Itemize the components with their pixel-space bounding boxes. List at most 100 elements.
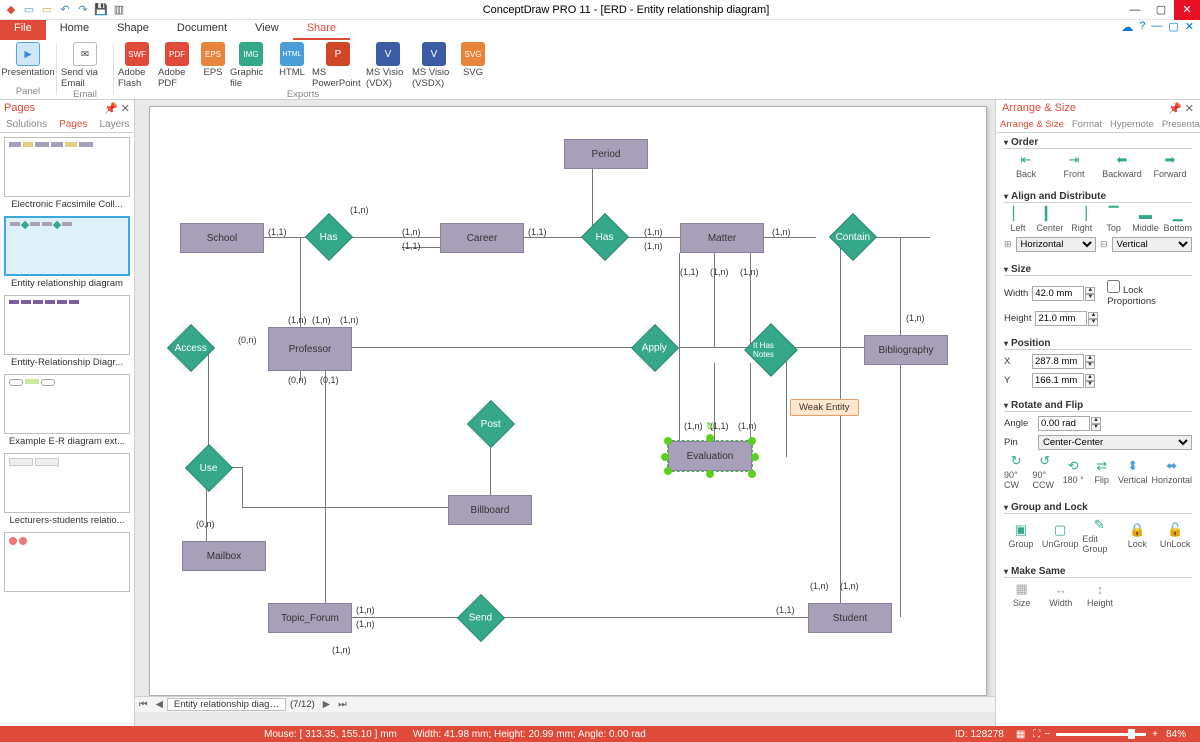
rtab-format[interactable]: Format [1068,117,1106,132]
undo-icon[interactable]: ↶ [58,3,72,17]
canvas-area[interactable]: School Career Period Matter Bibliography… [135,100,995,726]
panel-pin-icon[interactable]: 📌 ✕ [1168,102,1194,115]
close-button[interactable]: ✕ [1174,0,1200,20]
tab-pages[interactable]: Pages [53,117,93,132]
btn-edit-group[interactable]: ✎Edit Group [1082,518,1116,554]
btn-visio-vdx[interactable]: VMS Visio (VDX) [366,42,410,89]
rel-has-1[interactable]: Has [305,213,353,261]
tab-layers[interactable]: Layers [94,117,136,132]
cloud-icon[interactable]: ☁ [1121,20,1133,40]
entity-career[interactable]: Career [440,223,524,253]
btn-eps[interactable]: EPSEPS [198,42,228,89]
btn-align-left[interactable]: ▏Left [1004,207,1032,233]
mdi-min-icon[interactable]: — [1151,20,1162,40]
rtab-presentation[interactable]: Presentation [1158,117,1200,132]
sec-order[interactable]: Order [1004,137,1192,149]
open-icon[interactable]: ▭ [40,3,54,17]
btn-unlock[interactable]: 🔓UnLock [1158,523,1192,549]
btn-align-bottom[interactable]: ▁Bottom [1163,207,1192,233]
btn-send-back[interactable]: ⇤Back [1004,153,1048,179]
entity-student[interactable]: Student [808,603,892,633]
btn-align-right[interactable]: ▕Right [1068,207,1096,233]
page-thumb[interactable] [4,137,130,197]
btn-bring-front[interactable]: ⇥Front [1052,153,1096,179]
spin-down-icon[interactable]: ▼ [1085,294,1095,301]
drawing-canvas[interactable]: School Career Period Matter Bibliography… [149,106,987,696]
btn-same-width[interactable]: ↔Width [1043,582,1078,608]
sec-position[interactable]: Position [1004,338,1192,350]
input-width[interactable] [1032,286,1084,301]
btn-lock[interactable]: 🔒Lock [1120,523,1154,549]
rel-post[interactable]: Post [467,400,515,448]
rel-apply[interactable]: Apply [631,324,679,372]
btn-same-height[interactable]: ↕Height [1082,582,1117,608]
entity-professor[interactable]: Professor [268,327,352,371]
btn-send-email[interactable]: ✉Send via Email [61,42,109,89]
sec-rotate[interactable]: Rotate and Flip [1004,400,1192,412]
sec-align[interactable]: Align and Distribute [1004,191,1192,203]
help-icon[interactable]: ? [1139,20,1145,40]
tab-share[interactable]: Share [293,20,350,40]
btn-flip[interactable]: ⇄Flip [1089,459,1113,485]
btn-svg[interactable]: SVGSVG [458,42,488,89]
pin-icon[interactable]: 📌 ✕ [104,102,130,115]
btn-presentation[interactable]: ▶Presentation [4,42,52,78]
rtab-hypernote[interactable]: Hypernote [1106,117,1158,132]
minimize-button[interactable]: — [1122,0,1148,20]
btn-same-size[interactable]: ▦Size [1004,582,1039,608]
rel-has-2[interactable]: Has [581,213,629,261]
btn-rotate-90ccw[interactable]: ↺90° CCW [1032,454,1056,490]
btn-flip-vertical[interactable]: ⬍Vertical [1118,459,1148,485]
entity-matter[interactable]: Matter [680,223,764,253]
grid-icon[interactable]: ▦ [1012,729,1029,740]
first-page-icon[interactable]: ⏮ [135,699,152,710]
btn-ms-powerpoint[interactable]: PMS PowerPoint [312,42,364,89]
page-thumb[interactable] [4,295,130,355]
next-page-icon[interactable]: ▶ [319,699,334,710]
chk-lock-proportions[interactable] [1107,280,1120,293]
btn-adobe-pdf[interactable]: PDFAdobe PDF [158,42,196,89]
btn-group[interactable]: ▣Group [1004,523,1038,549]
btn-bring-forward[interactable]: ➡Forward [1148,153,1192,179]
sec-group[interactable]: Group and Lock [1004,502,1192,514]
btn-flip-horizontal[interactable]: ⬌Horizontal [1151,459,1192,485]
btn-align-top[interactable]: ▔Top [1100,207,1128,233]
tab-view[interactable]: View [241,20,293,40]
sec-make-same[interactable]: Make Same [1004,566,1192,578]
tab-home[interactable]: Home [46,20,103,40]
tab-document[interactable]: Document [163,20,241,40]
entity-topic-forum[interactable]: Topic_Forum [268,603,352,633]
entity-evaluation[interactable]: Evaluation ↻ [668,441,752,471]
entity-school[interactable]: School [180,223,264,253]
btn-graphic-file[interactable]: IMGGraphic file [230,42,272,89]
mdi-close-icon[interactable]: ✕ [1185,20,1194,40]
rel-send[interactable]: Send [457,594,505,642]
rel-use[interactable]: Use [185,444,233,492]
btn-rotate-180[interactable]: ⟲180 ° [1061,459,1085,485]
entity-bibliography[interactable]: Bibliography [864,335,948,365]
btn-html[interactable]: HTMLHTML [274,42,310,89]
tab-solutions[interactable]: Solutions [0,117,53,132]
btn-ungroup[interactable]: ▢UnGroup [1042,523,1079,549]
mdi-restore-icon[interactable]: ▢ [1168,20,1178,40]
input-pos-y[interactable] [1032,373,1084,388]
input-pos-x[interactable] [1032,354,1084,369]
page-thumb[interactable] [4,216,130,276]
sec-size[interactable]: Size [1004,264,1192,276]
current-doc-tab[interactable]: Entity relationship diag… [167,698,286,711]
tab-file[interactable]: File [0,20,46,40]
input-angle[interactable] [1038,416,1090,431]
rtab-arrange-size[interactable]: Arrange & Size [996,117,1068,132]
new-icon[interactable]: ▭ [22,3,36,17]
page-thumb[interactable] [4,453,130,513]
page-thumb[interactable] [4,532,130,592]
zoom-slider[interactable] [1056,733,1146,736]
btn-align-center[interactable]: ▎Center [1036,207,1064,233]
distribute-vertical-select[interactable]: Vertical [1112,237,1192,252]
entity-period[interactable]: Period [564,139,648,169]
btn-adobe-flash[interactable]: SWFAdobe Flash [118,42,156,89]
btn-visio-vsdx[interactable]: VMS Visio (VSDX) [412,42,456,89]
page-thumb[interactable] [4,374,130,434]
last-page-icon[interactable]: ⏭ [334,699,351,710]
rel-contain[interactable]: Contain [829,213,877,261]
